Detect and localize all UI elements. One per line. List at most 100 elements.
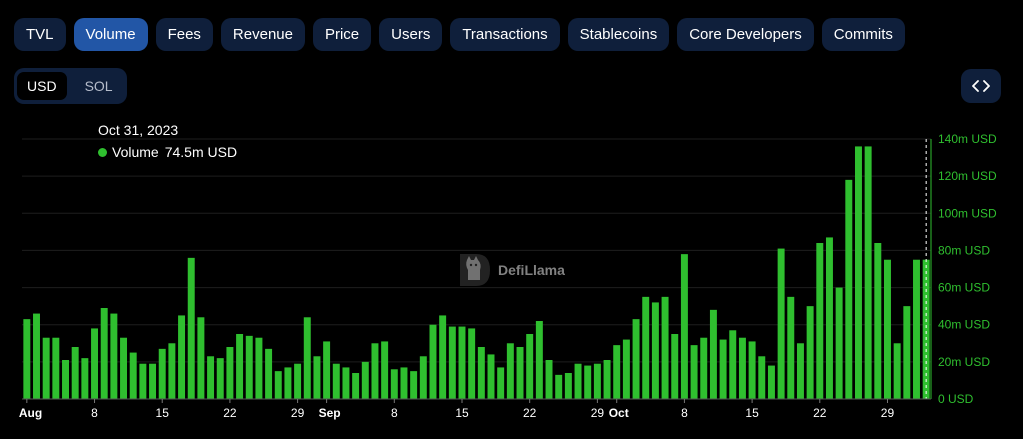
volume-bar[interactable] — [651, 302, 659, 399]
volume-bar[interactable] — [120, 337, 128, 399]
volume-bar[interactable] — [603, 360, 611, 399]
volume-bar[interactable] — [361, 361, 369, 399]
volume-bar[interactable] — [796, 343, 804, 399]
x-tick-label: 8 — [681, 406, 688, 420]
volume-bar[interactable] — [806, 306, 814, 399]
volume-bar[interactable] — [671, 334, 679, 399]
volume-bar[interactable] — [429, 324, 437, 399]
volume-bar[interactable] — [265, 348, 273, 399]
volume-bar[interactable] — [574, 363, 582, 399]
volume-bar[interactable] — [352, 373, 360, 399]
volume-bar[interactable] — [100, 308, 108, 399]
volume-bar[interactable] — [303, 317, 311, 399]
volume-bar[interactable] — [487, 354, 495, 399]
volume-bar[interactable] — [313, 356, 321, 399]
y-tick-label: 120m USD — [938, 169, 997, 183]
volume-bar[interactable] — [33, 313, 40, 399]
volume-bar[interactable] — [236, 334, 244, 399]
volume-bar[interactable] — [332, 363, 340, 399]
volume-bar[interactable] — [274, 371, 282, 399]
volume-bar[interactable] — [777, 248, 785, 399]
volume-bar[interactable] — [381, 341, 389, 399]
volume-bar[interactable] — [178, 315, 186, 399]
volume-bar[interactable] — [903, 306, 911, 399]
volume-bar[interactable] — [110, 313, 118, 399]
volume-bar[interactable] — [187, 257, 195, 399]
volume-bar[interactable] — [632, 319, 640, 399]
volume-bar[interactable] — [642, 296, 650, 399]
volume-bar[interactable] — [564, 373, 572, 399]
volume-bar[interactable] — [729, 330, 737, 399]
volume-bar[interactable] — [922, 259, 930, 399]
volume-bar[interactable] — [410, 371, 418, 399]
volume-bar[interactable] — [709, 309, 717, 399]
volume-bar[interactable] — [323, 341, 331, 399]
volume-bar[interactable] — [439, 315, 447, 399]
volume-bar[interactable] — [864, 146, 872, 399]
volume-bar[interactable] — [825, 237, 833, 399]
volume-bar[interactable] — [226, 347, 234, 399]
volume-bar[interactable] — [874, 243, 882, 399]
volume-bar[interactable] — [129, 352, 137, 399]
volume-bar[interactable] — [245, 335, 253, 399]
volume-bar[interactable] — [690, 345, 698, 399]
volume-bar[interactable] — [700, 337, 708, 399]
volume-bar[interactable] — [207, 356, 215, 399]
volume-bar[interactable] — [816, 243, 824, 399]
volume-bar[interactable] — [854, 146, 862, 399]
tooltip-value: 74.5m USD — [164, 144, 238, 160]
volume-bar[interactable] — [748, 341, 756, 399]
y-tick-label: 40m USD — [938, 318, 990, 332]
volume-bar[interactable] — [661, 296, 669, 399]
volume-bar[interactable] — [168, 343, 176, 399]
volume-bar[interactable] — [149, 363, 157, 399]
volume-bar[interactable] — [506, 343, 514, 399]
volume-bar[interactable] — [139, 363, 147, 399]
volume-bar[interactable] — [158, 348, 166, 399]
volume-bar[interactable] — [835, 287, 843, 399]
volume-bar[interactable] — [216, 358, 224, 399]
volume-bar[interactable] — [71, 347, 79, 399]
volume-bar[interactable] — [526, 334, 534, 399]
volume-bar[interactable] — [419, 356, 427, 399]
volume-bar[interactable] — [787, 296, 795, 399]
volume-bar[interactable] — [767, 365, 775, 399]
volume-bar[interactable] — [893, 343, 901, 399]
volume-bar[interactable] — [390, 369, 398, 399]
volume-bar[interactable] — [458, 326, 466, 399]
volume-bar[interactable] — [23, 319, 31, 399]
volume-bar[interactable] — [545, 360, 553, 399]
volume-bar[interactable] — [613, 345, 621, 399]
volume-bar[interactable] — [845, 179, 853, 399]
volume-bar[interactable] — [477, 347, 485, 399]
volume-bar[interactable] — [680, 254, 688, 399]
volume-bar[interactable] — [62, 360, 69, 399]
volume-bar[interactable] — [284, 367, 292, 399]
volume-bar[interactable] — [52, 337, 60, 399]
volume-bar[interactable] — [497, 367, 505, 399]
volume-bar[interactable] — [91, 328, 99, 399]
volume-bar[interactable] — [719, 339, 727, 399]
volume-bar[interactable] — [42, 337, 50, 399]
volume-bar[interactable] — [758, 356, 766, 399]
volume-bar[interactable] — [884, 259, 891, 399]
volume-bar[interactable] — [294, 363, 302, 399]
volume-bar[interactable] — [516, 347, 524, 399]
volume-bar[interactable] — [622, 339, 630, 399]
volume-bar[interactable] — [468, 328, 476, 399]
volume-bar[interactable] — [584, 365, 592, 399]
volume-bar[interactable] — [400, 367, 408, 399]
volume-bar[interactable] — [255, 337, 263, 399]
volume-bar[interactable] — [371, 343, 379, 399]
x-tick-label: Aug — [19, 406, 42, 420]
volume-bar[interactable] — [738, 337, 746, 399]
volume-bar[interactable] — [197, 317, 205, 399]
volume-bar[interactable] — [448, 326, 456, 399]
volume-bar[interactable] — [342, 367, 350, 399]
volume-bar[interactable] — [535, 321, 543, 399]
volume-bar[interactable] — [913, 259, 920, 399]
volume-bar[interactable] — [593, 363, 601, 399]
volume-bar[interactable] — [555, 374, 563, 399]
volume-bar[interactable] — [81, 358, 89, 399]
y-tick-label: 20m USD — [938, 355, 990, 369]
